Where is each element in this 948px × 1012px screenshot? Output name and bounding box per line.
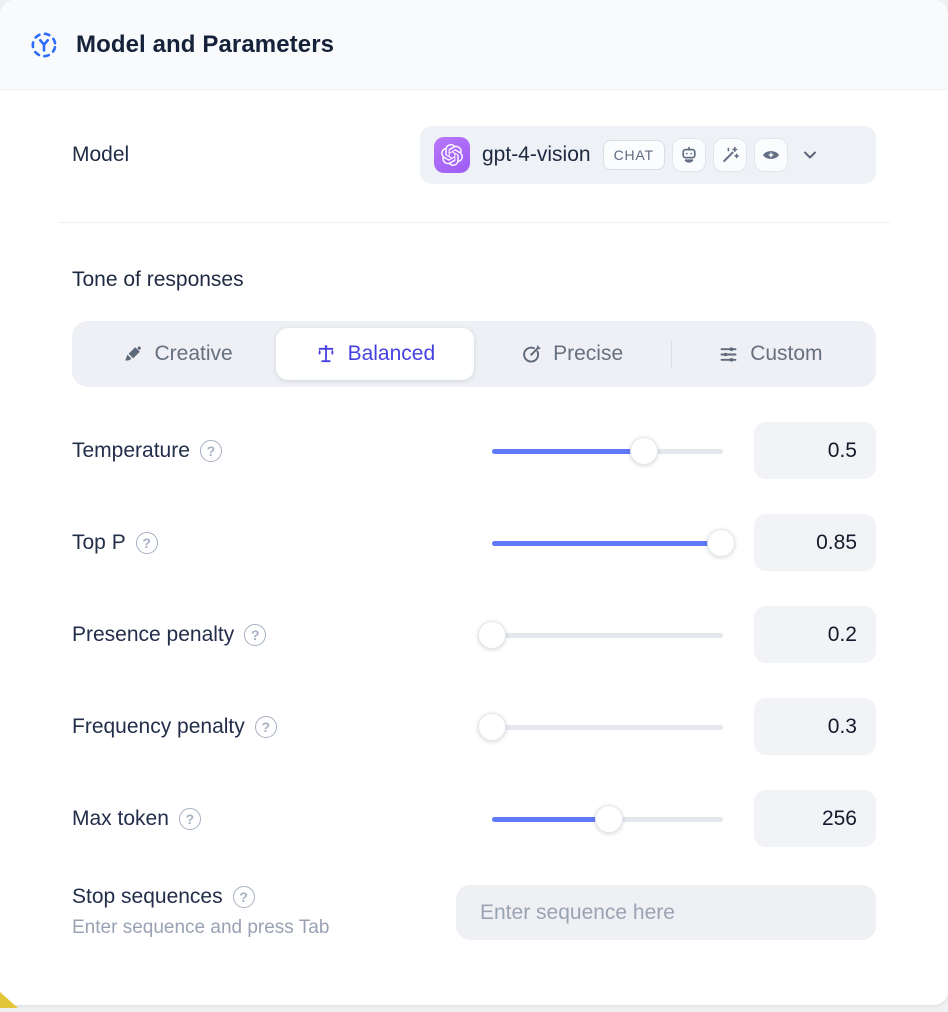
- slider-thumb[interactable]: [595, 805, 623, 833]
- section-divider: [58, 222, 890, 223]
- tone-segmented-control: Creative Balanced: [72, 321, 876, 387]
- model-select-dropdown[interactable]: gpt-4-vision CHAT: [420, 126, 876, 184]
- help-icon[interactable]: ?: [244, 624, 266, 646]
- top-p-value[interactable]: 0.85: [754, 514, 876, 571]
- presence-penalty-slider[interactable]: [492, 621, 723, 649]
- slider-thumb[interactable]: [630, 437, 658, 465]
- background-corner-accent: [0, 992, 18, 1008]
- magic-wand-icon: [713, 138, 747, 172]
- slider-thumb[interactable]: [478, 621, 506, 649]
- param-label: Temperature: [72, 439, 190, 463]
- tone-option-custom[interactable]: Custom: [672, 328, 869, 380]
- model-hub-icon: [28, 29, 60, 61]
- param-label: Top P: [72, 531, 126, 555]
- max-token-slider[interactable]: [492, 805, 723, 833]
- presence-penalty-value[interactable]: 0.2: [754, 606, 876, 663]
- assistant-robot-icon: [672, 138, 706, 172]
- tone-option-label: Precise: [553, 342, 623, 366]
- top-p-slider[interactable]: [492, 529, 723, 557]
- param-row-frequency-penalty: Frequency penalty ? 0.3: [72, 698, 876, 755]
- max-token-value[interactable]: 256: [754, 790, 876, 847]
- help-icon[interactable]: ?: [233, 886, 255, 908]
- selected-model-name: gpt-4-vision: [482, 143, 591, 167]
- tone-option-label: Balanced: [348, 342, 436, 366]
- param-label: Max token: [72, 807, 169, 831]
- sliders-icon: [718, 344, 739, 365]
- param-row-max-token: Max token ? 256: [72, 790, 876, 847]
- param-row-presence-penalty: Presence penalty ? 0.2: [72, 606, 876, 663]
- tone-option-label: Custom: [750, 342, 822, 366]
- model-row: Model gpt-4-vision CHAT: [72, 126, 876, 184]
- tone-option-label: Creative: [155, 342, 233, 366]
- tone-heading: Tone of responses: [72, 268, 876, 292]
- model-parameters-panel: Model and Parameters Model gpt-4-vision …: [0, 0, 948, 1005]
- tone-option-precise[interactable]: Precise: [474, 328, 671, 380]
- model-label: Model: [72, 143, 129, 167]
- slider-thumb[interactable]: [707, 529, 735, 557]
- help-icon[interactable]: ?: [255, 716, 277, 738]
- frequency-penalty-slider[interactable]: [492, 713, 723, 741]
- help-icon[interactable]: ?: [200, 440, 222, 462]
- stop-sequences-label: Stop sequences: [72, 885, 223, 909]
- stop-sequences-hint: Enter sequence and press Tab: [72, 917, 456, 939]
- panel-title: Model and Parameters: [76, 31, 334, 59]
- temperature-value[interactable]: 0.5: [754, 422, 876, 479]
- tone-option-creative[interactable]: Creative: [79, 328, 276, 380]
- param-label: Frequency penalty: [72, 715, 245, 739]
- help-icon[interactable]: ?: [136, 532, 158, 554]
- tone-option-balanced[interactable]: Balanced: [276, 328, 473, 380]
- help-icon[interactable]: ?: [179, 808, 201, 830]
- scale-icon: [315, 343, 337, 365]
- frequency-penalty-value[interactable]: 0.3: [754, 698, 876, 755]
- temperature-slider[interactable]: [492, 437, 723, 465]
- stop-sequences-row: Stop sequences ? Enter sequence and pres…: [72, 885, 876, 980]
- stop-sequence-input[interactable]: [456, 885, 876, 940]
- target-icon: [521, 344, 542, 365]
- panel-header: Model and Parameters: [0, 0, 948, 90]
- chevron-down-icon: [800, 145, 820, 165]
- brush-icon: [123, 344, 144, 365]
- model-type-badge: CHAT: [603, 140, 665, 170]
- openai-logo-icon: [434, 137, 470, 173]
- param-row-temperature: Temperature ? 0.5: [72, 422, 876, 479]
- slider-thumb[interactable]: [478, 713, 506, 741]
- param-label: Presence penalty: [72, 623, 234, 647]
- param-row-top-p: Top P ? 0.85: [72, 514, 876, 571]
- vision-eye-icon: [754, 138, 788, 172]
